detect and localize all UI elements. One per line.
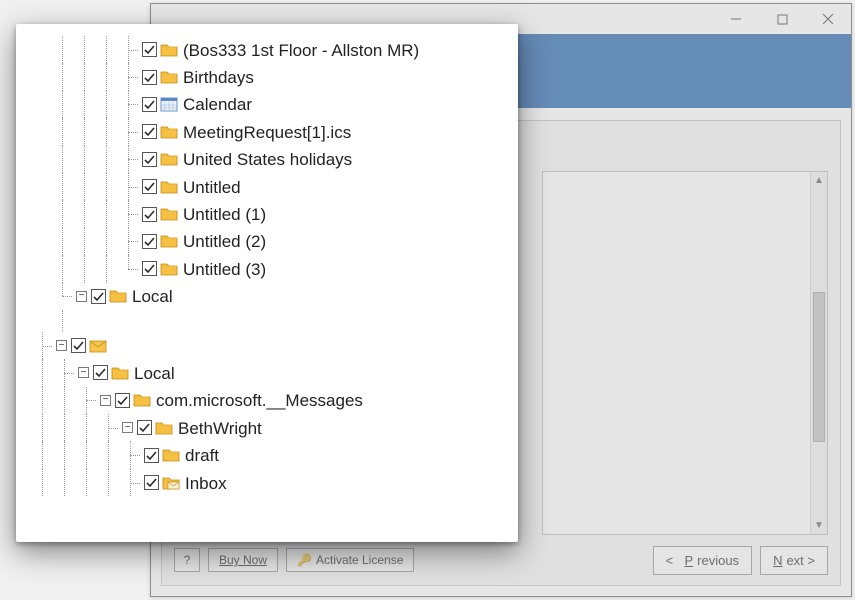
tree-label: Local xyxy=(132,287,173,305)
collapse-icon[interactable]: − xyxy=(100,395,111,406)
checkbox[interactable] xyxy=(93,365,108,380)
collapse-icon[interactable]: − xyxy=(76,291,87,302)
checkbox[interactable] xyxy=(142,152,157,167)
tree-label: Untitled xyxy=(183,178,241,196)
tree-label: Untitled (3) xyxy=(183,260,266,278)
tree-row[interactable]: Birthdays xyxy=(30,63,504,90)
checkbox[interactable] xyxy=(71,338,86,353)
tree-row[interactable]: MeetingRequest[1].ics xyxy=(30,118,504,145)
folder-icon xyxy=(111,365,129,381)
tree-label: Calendar xyxy=(183,95,252,113)
checkbox[interactable] xyxy=(142,70,157,85)
tree-label: Inbox xyxy=(185,474,227,492)
mail-icon xyxy=(89,338,107,354)
tree-row[interactable]: − Local xyxy=(30,359,504,386)
tree-row[interactable]: − BethWright xyxy=(30,414,504,441)
previous-button[interactable]: < Previous xyxy=(653,546,752,575)
tree-row[interactable]: Untitled (2) xyxy=(30,228,504,255)
preview-pane: ▲ ▼ xyxy=(542,171,828,535)
checkbox[interactable] xyxy=(144,475,159,490)
checkbox[interactable] xyxy=(137,420,152,435)
checkbox[interactable] xyxy=(142,42,157,57)
checkbox[interactable] xyxy=(142,124,157,139)
scroll-down-icon[interactable]: ▼ xyxy=(811,517,827,534)
folder-icon xyxy=(155,420,173,436)
tree-label: (Bos333 1st Floor - Allston MR) xyxy=(183,41,419,59)
folder-tree[interactable]: (Bos333 1st Floor - Allston MR) Birthdays… xyxy=(30,36,504,496)
tree-label: Untitled (2) xyxy=(183,232,266,250)
checkbox[interactable] xyxy=(144,448,159,463)
tree-row[interactable]: Untitled (1) xyxy=(30,200,504,227)
tree-row[interactable]: − Local xyxy=(30,283,504,310)
tree-spacer xyxy=(30,310,504,332)
checkbox[interactable] xyxy=(91,289,106,304)
close-button[interactable] xyxy=(805,4,851,34)
scroll-up-icon[interactable]: ▲ xyxy=(811,172,827,189)
checkbox[interactable] xyxy=(142,234,157,249)
tree-row[interactable]: Calendar xyxy=(30,91,504,118)
folder-icon xyxy=(162,447,180,463)
key-icon: 🔑 xyxy=(297,553,312,567)
tree-label: Birthdays xyxy=(183,68,254,86)
tree-row[interactable]: − com.microsoft.__Messages xyxy=(30,387,504,414)
checkbox[interactable] xyxy=(142,97,157,112)
scrollbar[interactable]: ▲ ▼ xyxy=(810,172,827,534)
tree-row[interactable]: United States holidays xyxy=(30,146,504,173)
tree-row[interactable]: (Bos333 1st Floor - Allston MR) xyxy=(30,36,504,63)
tree-row[interactable]: Inbox xyxy=(30,469,504,496)
maximize-button[interactable] xyxy=(759,4,805,34)
folder-icon xyxy=(109,288,127,304)
collapse-icon[interactable]: − xyxy=(122,422,133,433)
tree-row[interactable]: − xyxy=(30,332,504,359)
next-button[interactable]: Next > xyxy=(760,546,828,575)
checkbox[interactable] xyxy=(142,207,157,222)
help-button[interactable]: ? xyxy=(174,548,200,572)
tree-row[interactable]: draft xyxy=(30,441,504,468)
tree-label: Untitled (1) xyxy=(183,205,266,223)
checkbox[interactable] xyxy=(142,261,157,276)
folder-tree-panel: (Bos333 1st Floor - Allston MR) Birthdays… xyxy=(16,24,518,542)
tree-label: Local xyxy=(134,364,175,382)
tree-label: com.microsoft.__Messages xyxy=(156,391,363,409)
checkbox[interactable] xyxy=(142,179,157,194)
checkbox[interactable] xyxy=(115,393,130,408)
collapse-icon[interactable]: − xyxy=(56,340,67,351)
footer-bar: ? Buy Now 🔑Activate License < Previous N… xyxy=(174,545,828,575)
inbox-icon xyxy=(162,475,180,491)
scroll-thumb[interactable] xyxy=(813,292,825,442)
calendar-icon xyxy=(160,96,178,112)
folder-icon xyxy=(133,392,151,408)
folder-icon xyxy=(160,42,178,58)
tree-label: draft xyxy=(185,446,219,464)
activate-license-button[interactable]: 🔑Activate License xyxy=(286,548,414,572)
folder-icon xyxy=(160,233,178,249)
folder-icon xyxy=(160,179,178,195)
folder-icon xyxy=(160,206,178,222)
tree-row[interactable]: Untitled xyxy=(30,173,504,200)
minimize-button[interactable] xyxy=(713,4,759,34)
folder-icon xyxy=(160,261,178,277)
tree-label: BethWright xyxy=(178,419,262,437)
folder-icon xyxy=(160,69,178,85)
collapse-icon[interactable]: − xyxy=(78,367,89,378)
folder-icon xyxy=(160,124,178,140)
tree-label: MeetingRequest[1].ics xyxy=(183,123,351,141)
buy-now-button[interactable]: Buy Now xyxy=(208,548,278,572)
tree-label: United States holidays xyxy=(183,150,352,168)
tree-row[interactable]: Untitled (3) xyxy=(30,255,504,282)
folder-icon xyxy=(160,151,178,167)
